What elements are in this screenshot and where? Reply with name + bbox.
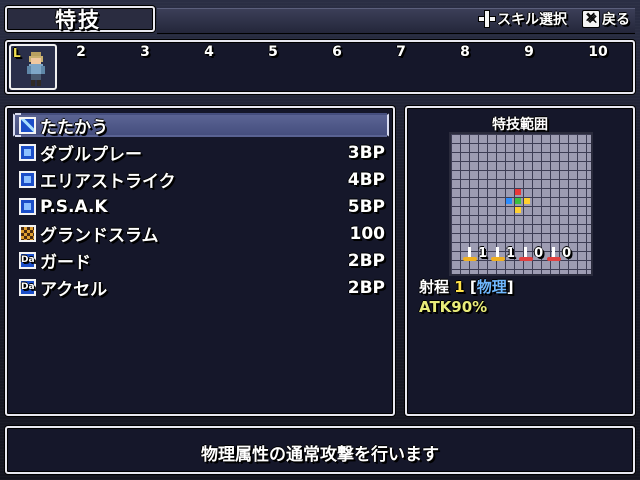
range-value: 1 bbox=[454, 278, 465, 296]
blue-square-icon bbox=[19, 171, 36, 188]
party-slot-10[interactable]: 10 bbox=[583, 44, 613, 60]
skill-cost: 3BP bbox=[347, 142, 385, 163]
elevation-up-limit: 1 bbox=[463, 246, 487, 261]
skill-cost: 100 bbox=[349, 223, 386, 244]
range-tile-right bbox=[524, 198, 530, 204]
skill-cost: 4BP bbox=[347, 169, 385, 190]
range-type-open: [ bbox=[469, 278, 477, 296]
skill-name: グランドスラム bbox=[40, 226, 159, 246]
party-slot-6[interactable]: 6 bbox=[322, 44, 352, 60]
sword-icon bbox=[19, 117, 36, 134]
down-arrow-icon bbox=[547, 246, 562, 261]
character-sprite-icon bbox=[27, 52, 45, 86]
party-slot-1[interactable]: L bbox=[9, 44, 57, 90]
skill-name: ガード bbox=[40, 253, 91, 273]
range-line: 射程 1 [物理] bbox=[419, 276, 514, 297]
skill-name: アクセル bbox=[40, 280, 108, 300]
da-icon: Da bbox=[19, 279, 36, 296]
skill-cost: 2BP bbox=[347, 277, 385, 298]
skill-list: たたかう ダブルプレー 3BP エリアストライク 4BP P.S.A.K 5BP… bbox=[13, 112, 389, 301]
leader-marker: L bbox=[13, 46, 21, 60]
party-row: L 2 3 4 5 6 7 8 9 10 bbox=[5, 40, 635, 94]
elevation-down-limit: 1 bbox=[491, 246, 515, 261]
elevation-value: 1 bbox=[506, 246, 516, 261]
up-arrow-icon bbox=[519, 246, 534, 261]
range-tile-down bbox=[515, 207, 521, 213]
back-label: 戻る bbox=[602, 12, 630, 28]
range-tile-up bbox=[515, 189, 521, 195]
skill-name: P.S.A.K bbox=[40, 196, 108, 217]
skill-name: ダブルプレー bbox=[40, 145, 142, 165]
skill-row-guard[interactable]: Da ガード 2BP bbox=[19, 247, 385, 274]
blue-square-icon bbox=[19, 144, 36, 161]
elevation-row: 1 1 0 0 bbox=[463, 246, 571, 261]
skill-name: エリアストライク bbox=[40, 172, 176, 192]
x-button-icon: ✕ bbox=[582, 10, 600, 28]
skill-name: たたかう bbox=[40, 118, 108, 138]
elevation-down-limit-2: 0 bbox=[547, 246, 571, 261]
range-title: 特技範囲 bbox=[492, 117, 548, 133]
range-type-close: ] bbox=[506, 278, 514, 296]
skill-list-panel: たたかう ダブルプレー 3BP エリアストライク 4BP P.S.A.K 5BP… bbox=[5, 106, 395, 416]
range-tile-left bbox=[506, 198, 512, 204]
skill-row-grand-slam[interactable]: グランドスラム 100 bbox=[19, 220, 385, 247]
party-slot-4[interactable]: 4 bbox=[194, 44, 224, 60]
elevation-value: 0 bbox=[534, 246, 544, 261]
skill-cost: 5BP bbox=[347, 196, 385, 217]
back-hint[interactable]: ✕ 戻る bbox=[582, 8, 630, 30]
checker-icon bbox=[19, 225, 36, 242]
party-slot-3[interactable]: 3 bbox=[130, 44, 160, 60]
skill-select-label: スキル選択 bbox=[497, 12, 567, 28]
up-arrow-icon bbox=[463, 246, 477, 261]
dpad-icon bbox=[478, 10, 496, 28]
skill-range-panel: 特技範囲 1 1 0 0 射程 1 [物理] ATK90% bbox=[405, 106, 635, 416]
party-slot-9[interactable]: 9 bbox=[514, 44, 544, 60]
down-arrow-icon bbox=[491, 246, 506, 261]
elevation-value: 0 bbox=[562, 246, 572, 261]
skill-cost: 2BP bbox=[347, 250, 385, 271]
party-slot-8[interactable]: 8 bbox=[450, 44, 480, 60]
elevation-up-limit-2: 0 bbox=[519, 246, 543, 261]
skill-description: 物理属性の通常攻撃を行います bbox=[201, 445, 439, 465]
page-title: 特技 bbox=[55, 8, 101, 32]
game-screen: 特技 スキル選択 ✕ 戻る L 2 3 4 5 6 7 8 9 10 たたかう … bbox=[0, 0, 640, 480]
blue-square-icon bbox=[19, 198, 36, 215]
skill-row-double-play[interactable]: ダブルプレー 3BP bbox=[19, 139, 385, 166]
party-slot-7[interactable]: 7 bbox=[386, 44, 416, 60]
title-box: 特技 bbox=[5, 6, 155, 32]
skill-row-tatakau[interactable]: たたかう bbox=[13, 112, 389, 139]
range-label: 射程 bbox=[419, 278, 450, 296]
effect-line: ATK90% bbox=[419, 298, 488, 316]
skill-select-hint[interactable]: スキル選択 bbox=[478, 8, 567, 30]
elevation-value: 1 bbox=[478, 246, 488, 261]
party-slot-2[interactable]: 2 bbox=[66, 44, 96, 60]
party-slot-5[interactable]: 5 bbox=[258, 44, 288, 60]
da-icon: Da bbox=[19, 252, 36, 269]
range-type: 物理 bbox=[476, 278, 507, 296]
skill-row-accel[interactable]: Da アクセル 2BP bbox=[19, 274, 385, 301]
skill-row-area-strike[interactable]: エリアストライク 4BP bbox=[19, 166, 385, 193]
skill-row-psak[interactable]: P.S.A.K 5BP bbox=[19, 193, 385, 220]
range-tile-center bbox=[515, 198, 521, 204]
description-panel: 物理属性の通常攻撃を行います bbox=[5, 426, 635, 474]
